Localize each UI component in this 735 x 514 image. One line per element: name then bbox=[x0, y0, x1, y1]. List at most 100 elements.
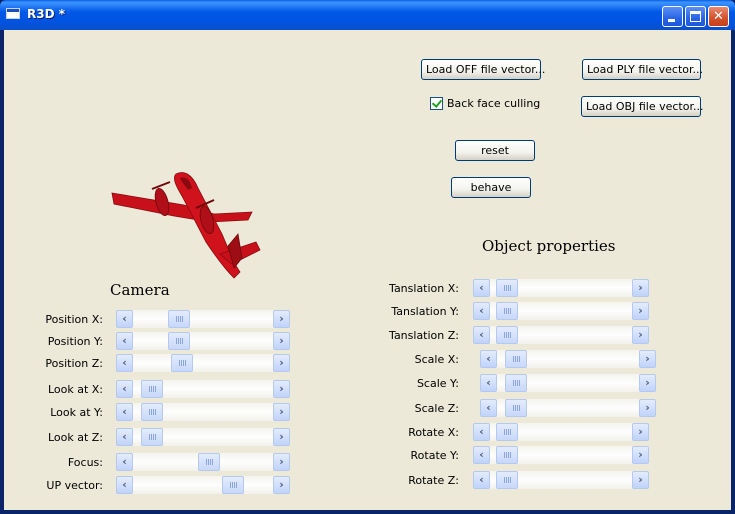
slider-thumb[interactable] bbox=[171, 354, 193, 372]
chevron-right-icon[interactable]: › bbox=[273, 403, 290, 421]
slider-thumb[interactable] bbox=[496, 423, 518, 441]
maximize-icon bbox=[690, 11, 701, 22]
object-slider-tanslation-x[interactable]: ‹ › bbox=[473, 279, 649, 297]
close-icon: ✕ bbox=[713, 9, 724, 24]
chevron-right-icon[interactable]: › bbox=[639, 350, 656, 368]
chevron-left-icon[interactable]: ‹ bbox=[473, 423, 490, 441]
slider-thumb[interactable] bbox=[198, 453, 220, 471]
slider-thumb[interactable] bbox=[496, 326, 518, 344]
backface-culling-label: Back face culling bbox=[447, 97, 541, 110]
slider-thumb[interactable] bbox=[496, 302, 518, 320]
chevron-right-icon[interactable]: › bbox=[273, 310, 290, 328]
chevron-right-icon[interactable]: › bbox=[273, 476, 290, 494]
chevron-right-icon[interactable]: › bbox=[632, 279, 649, 297]
object-slider-rotate-z[interactable]: ‹ › bbox=[473, 471, 649, 489]
object-slider-tanslation-z[interactable]: ‹ › bbox=[473, 326, 649, 344]
object-label-rotate-y: Rotate Y: bbox=[410, 449, 459, 462]
chevron-right-icon[interactable]: › bbox=[273, 354, 290, 372]
chevron-right-icon[interactable]: › bbox=[273, 428, 290, 446]
chevron-left-icon[interactable]: ‹ bbox=[473, 446, 490, 464]
object-label-tanslation-z: Tanslation Z: bbox=[389, 329, 459, 342]
chevron-left-icon[interactable]: ‹ bbox=[116, 332, 133, 350]
maximize-button[interactable] bbox=[685, 6, 706, 27]
chevron-left-icon[interactable]: ‹ bbox=[473, 471, 490, 489]
slider-thumb[interactable] bbox=[496, 279, 518, 297]
title-bar[interactable]: R3D * ✕ bbox=[0, 0, 735, 30]
reset-button[interactable]: reset bbox=[455, 140, 535, 161]
camera-slider-look-at-y[interactable]: ‹ › bbox=[116, 403, 290, 421]
slider-thumb[interactable] bbox=[505, 350, 527, 368]
chevron-left-icon[interactable]: ‹ bbox=[116, 403, 133, 421]
window-title: R3D * bbox=[27, 7, 66, 21]
chevron-right-icon[interactable]: › bbox=[632, 446, 649, 464]
chevron-right-icon[interactable]: › bbox=[273, 332, 290, 350]
chevron-left-icon[interactable]: ‹ bbox=[473, 279, 490, 297]
camera-label-position-x: Position X: bbox=[45, 313, 103, 326]
minimize-button[interactable] bbox=[662, 6, 683, 27]
object-label-scale-y: Scale Y: bbox=[416, 377, 459, 390]
camera-slider-position-z[interactable]: ‹ › bbox=[116, 354, 290, 372]
camera-label-position-z: Position Z: bbox=[45, 357, 103, 370]
camera-label-position-y: Position Y: bbox=[47, 335, 103, 348]
chevron-left-icon[interactable]: ‹ bbox=[116, 476, 133, 494]
chevron-right-icon[interactable]: › bbox=[632, 302, 649, 320]
chevron-right-icon[interactable]: › bbox=[639, 399, 656, 417]
object-label-rotate-x: Rotate X: bbox=[408, 426, 459, 439]
camera-slider-position-x[interactable]: ‹ › bbox=[116, 310, 290, 328]
camera-slider-focus[interactable]: ‹ › bbox=[116, 453, 290, 471]
camera-label-look-at-z: Look at Z: bbox=[47, 431, 103, 444]
slider-thumb[interactable] bbox=[505, 399, 527, 417]
object-label-scale-z: Scale Z: bbox=[414, 402, 459, 415]
chevron-left-icon[interactable]: ‹ bbox=[480, 399, 497, 417]
object-properties-heading: Object properties bbox=[482, 237, 616, 255]
chevron-left-icon[interactable]: ‹ bbox=[116, 380, 133, 398]
chevron-left-icon[interactable]: ‹ bbox=[116, 428, 133, 446]
camera-slider-look-at-x[interactable]: ‹ › bbox=[116, 380, 290, 398]
camera-slider-look-at-z[interactable]: ‹ › bbox=[116, 428, 290, 446]
slider-thumb[interactable] bbox=[222, 476, 244, 494]
chevron-left-icon[interactable]: ‹ bbox=[480, 374, 497, 392]
object-label-tanslation-y: Tanslation Y: bbox=[391, 305, 459, 318]
slider-thumb[interactable] bbox=[141, 380, 163, 398]
object-slider-scale-y[interactable]: ‹ › bbox=[480, 374, 656, 392]
chevron-right-icon[interactable]: › bbox=[639, 374, 656, 392]
backface-culling-checkbox[interactable] bbox=[430, 97, 443, 110]
object-slider-scale-z[interactable]: ‹ › bbox=[480, 399, 656, 417]
object-slider-tanslation-y[interactable]: ‹ › bbox=[473, 302, 649, 320]
slider-thumb[interactable] bbox=[168, 310, 190, 328]
chevron-left-icon[interactable]: ‹ bbox=[116, 453, 133, 471]
chevron-left-icon[interactable]: ‹ bbox=[116, 354, 133, 372]
chevron-right-icon[interactable]: › bbox=[632, 326, 649, 344]
main-window: R3D * ✕ Load OFF file vector... Load PLY… bbox=[0, 0, 735, 514]
slider-thumb[interactable] bbox=[168, 332, 190, 350]
object-label-tanslation-x: Tanslation X: bbox=[389, 282, 459, 295]
camera-label-up-vector: UP vector: bbox=[46, 479, 103, 492]
chevron-left-icon[interactable]: ‹ bbox=[480, 350, 497, 368]
client-area: Load OFF file vector... Load PLY file ve… bbox=[4, 30, 731, 510]
camera-slider-position-y[interactable]: ‹ › bbox=[116, 332, 290, 350]
object-slider-rotate-y[interactable]: ‹ › bbox=[473, 446, 649, 464]
chevron-left-icon[interactable]: ‹ bbox=[473, 302, 490, 320]
load-off-button[interactable]: Load OFF file vector... bbox=[421, 59, 545, 80]
behave-button[interactable]: behave bbox=[451, 177, 531, 198]
chevron-right-icon[interactable]: › bbox=[273, 453, 290, 471]
object-slider-scale-x[interactable]: ‹ › bbox=[480, 350, 656, 368]
load-obj-button[interactable]: Load OBJ file vector... bbox=[581, 96, 703, 117]
slider-thumb[interactable] bbox=[505, 374, 527, 392]
chevron-right-icon[interactable]: › bbox=[632, 471, 649, 489]
load-ply-button[interactable]: Load PLY file vector... bbox=[582, 59, 703, 80]
slider-thumb[interactable] bbox=[141, 428, 163, 446]
camera-label-look-at-x: Look at X: bbox=[47, 383, 103, 396]
airplane-render bbox=[111, 172, 261, 279]
chevron-left-icon[interactable]: ‹ bbox=[116, 310, 133, 328]
chevron-right-icon[interactable]: › bbox=[273, 380, 290, 398]
object-slider-rotate-x[interactable]: ‹ › bbox=[473, 423, 649, 441]
slider-thumb[interactable] bbox=[496, 471, 518, 489]
slider-thumb[interactable] bbox=[496, 446, 518, 464]
close-button[interactable]: ✕ bbox=[708, 6, 729, 27]
slider-thumb[interactable] bbox=[141, 403, 163, 421]
app-icon bbox=[6, 8, 20, 19]
chevron-left-icon[interactable]: ‹ bbox=[473, 326, 490, 344]
camera-slider-up-vector[interactable]: ‹ › bbox=[116, 476, 290, 494]
chevron-right-icon[interactable]: › bbox=[632, 423, 649, 441]
